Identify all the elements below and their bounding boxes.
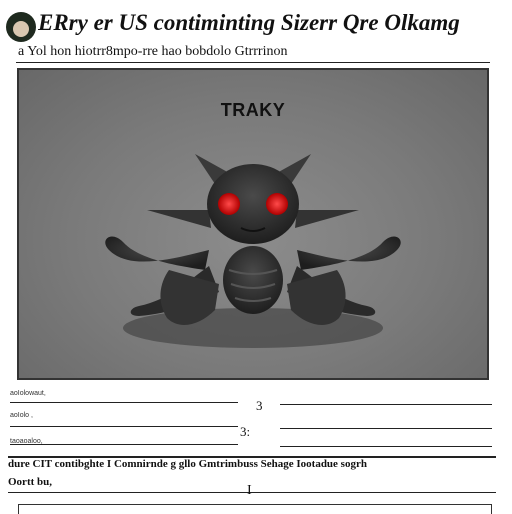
- page-subtitle: a Yol hon hiotrr8mpo-rre hao bobdolo Gtr…: [18, 44, 288, 59]
- form-row-line[interactable]: [10, 402, 238, 403]
- avatar: [6, 12, 36, 42]
- header-divider: [16, 62, 490, 63]
- creature-right-fin: [295, 210, 359, 228]
- creature-torso: [223, 246, 283, 314]
- caption-line: dure CIT contibghte I Comnirnde g gllo G…: [8, 458, 367, 470]
- form-row-line[interactable]: [10, 426, 238, 427]
- creature-left-fin: [147, 210, 211, 228]
- caption-divider: [8, 492, 496, 493]
- form-row-line[interactable]: [280, 446, 492, 447]
- form-row-line[interactable]: [280, 404, 492, 405]
- form-row-mark: 3: [256, 398, 263, 413]
- creature-illustration: [105, 154, 401, 348]
- form-row-label: aoIolo ,: [10, 412, 33, 419]
- form-row-mark: 3:: [240, 424, 251, 439]
- footer-box: [18, 504, 492, 514]
- illustration-panel: TRAKY: [17, 68, 489, 380]
- creature-left-eye: [218, 193, 240, 215]
- creature-right-eye: [266, 193, 288, 215]
- form-row-label: aoIolowaut,: [10, 390, 46, 397]
- footer-mark: I: [247, 483, 252, 498]
- page-title: ERry er US contiminting Sizerr Qre Olkam…: [38, 10, 460, 35]
- caption-line: Oortt bu,: [8, 476, 52, 488]
- form-row-line[interactable]: [10, 444, 238, 445]
- creature-right-arm: [297, 236, 401, 270]
- creature-left-arm: [105, 236, 209, 270]
- form-row-line[interactable]: [280, 428, 492, 429]
